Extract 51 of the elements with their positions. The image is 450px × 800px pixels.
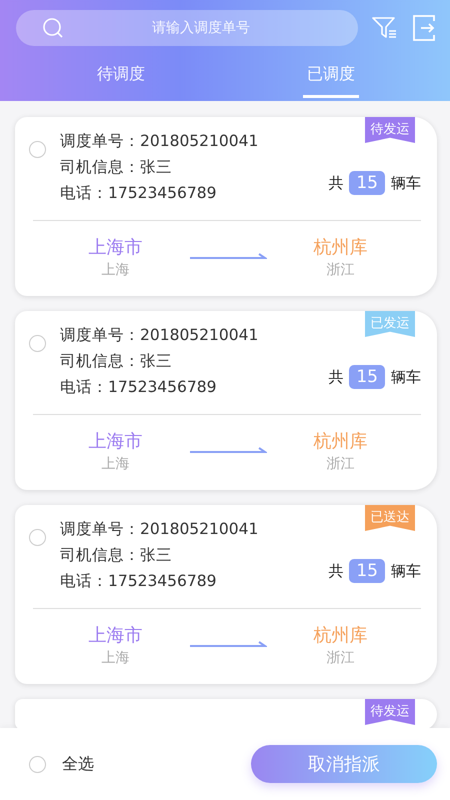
count-prefix: 共 (328, 174, 344, 192)
filter-icon[interactable] (372, 16, 398, 40)
destination-city: 杭州库 (314, 624, 368, 647)
origin-province: 上海 (101, 261, 130, 279)
search-icon (42, 17, 64, 39)
destination-province: 浙江 (326, 455, 355, 473)
order-number: 调度单号：201805210041 (60, 131, 260, 152)
search-bar[interactable]: 请输入调度单号 (16, 10, 358, 46)
order-number: 调度单号：201805210041 (60, 519, 260, 540)
origin-city: 上海市 (88, 430, 142, 453)
origin-province: 上海 (101, 455, 130, 473)
status-tag: 待发运 (365, 117, 415, 143)
driver-info: 司机信息：张三 (60, 351, 173, 372)
count-suffix: 辆车 (391, 562, 421, 580)
select-all-label: 全选 (62, 754, 95, 774)
origin-province: 上海 (101, 649, 130, 667)
origin-city: 上海市 (88, 624, 142, 647)
tab[interactable]: 已调度 (303, 56, 359, 98)
search-field[interactable]: 请输入调度单号 (64, 19, 338, 37)
origin-city: 上海市 (88, 236, 142, 259)
destination-city: 杭州库 (314, 430, 368, 453)
radio-button[interactable] (29, 335, 46, 352)
order-card[interactable]: 待发运 调度单号：201805210041 司机信息：张三 电话：17523456789 共 15 辆车 上海市 上海 杭州库 浙江 (15, 117, 437, 296)
destination-province: 浙江 (326, 649, 355, 667)
vehicle-count: 15 (349, 171, 385, 195)
tab[interactable]: 待调度 (93, 56, 149, 98)
radio-button[interactable] (29, 529, 46, 546)
count-prefix: 共 (328, 562, 344, 580)
count-suffix: 辆车 (391, 368, 421, 386)
select-all-checkbox[interactable] (29, 756, 46, 772)
order-card[interactable]: 已发运 调度单号：201805210041 司机信息：张三 电话：17523456789 共 15 辆车 上海市 上海 杭州库 浙江 (15, 311, 437, 490)
phone-number: 电话：17523456789 (60, 183, 218, 204)
destination-city: 杭州库 (314, 236, 368, 259)
order-card[interactable]: 已送达 调度单号：201805210041 司机信息：张三 电话：17523456789 共 15 辆车 上海市 上海 杭州库 浙江 (15, 505, 437, 684)
status-tag: 已发运 (365, 311, 415, 337)
cancel-assignment-button[interactable]: 取消指派 (251, 745, 437, 783)
vehicle-count: 15 (349, 559, 385, 583)
driver-info: 司机信息：张三 (60, 545, 173, 566)
exit-icon[interactable] (412, 15, 436, 41)
order-number: 调度单号：201805210041 (60, 325, 260, 346)
driver-info: 司机信息：张三 (60, 157, 173, 178)
status-tag: 待发运 (365, 699, 415, 725)
count-prefix: 共 (328, 368, 344, 386)
phone-number: 电话：17523456789 (60, 571, 218, 592)
status-tag: 已送达 (365, 505, 415, 531)
count-suffix: 辆车 (391, 174, 421, 192)
vehicle-count: 15 (349, 365, 385, 389)
phone-number: 电话：17523456789 (60, 377, 218, 398)
radio-button[interactable] (29, 141, 46, 158)
order-card[interactable]: 待发运 (15, 699, 437, 728)
destination-province: 浙江 (326, 261, 355, 279)
